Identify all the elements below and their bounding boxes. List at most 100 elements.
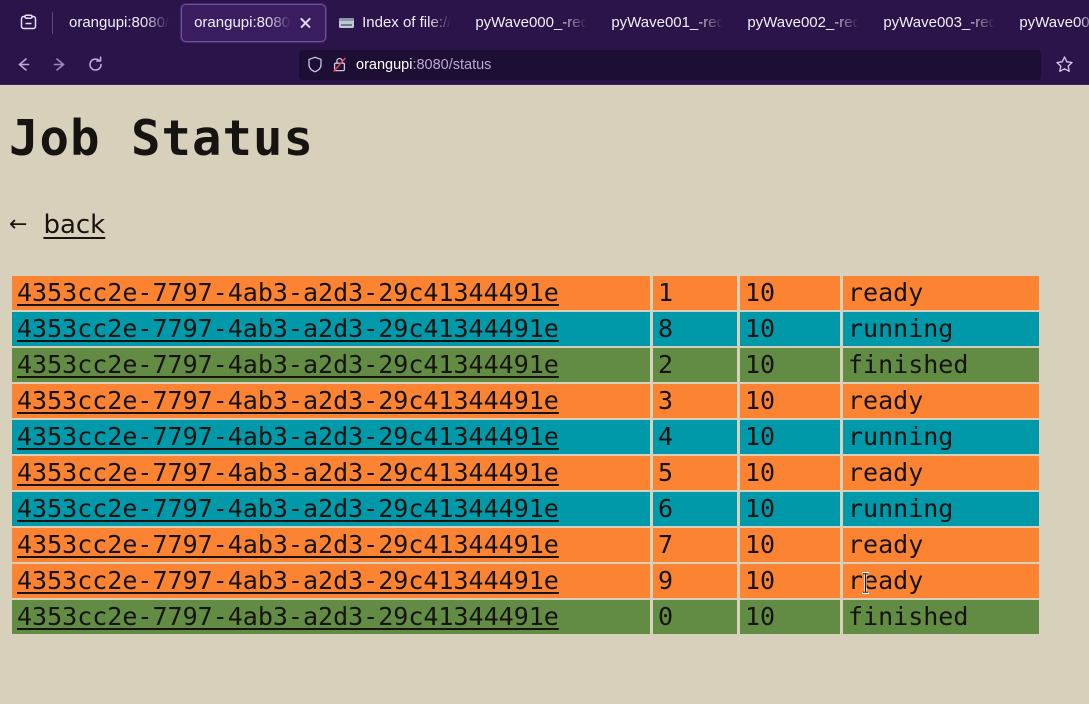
url-bar[interactable]: orangupi:8080/status: [299, 49, 1041, 80]
tab-title: pyWave003_-red: [883, 14, 996, 31]
browser-tab-3[interactable]: Index of file://: [326, 4, 463, 42]
job-index-cell: 2: [653, 347, 737, 382]
table-row: 4353cc2e-7797-4ab3-a2d3-29c41344491e 8 10 r…: [12, 311, 1039, 346]
job-id-cell: 4353cc2e-7797-4ab3-a2d3-29c41344491e: [12, 419, 650, 454]
job-id-link[interactable]: 4353cc2e-7797-4ab3-a2d3-29c41344491e: [17, 566, 559, 595]
job-id-link[interactable]: 4353cc2e-7797-4ab3-a2d3-29c41344491e: [17, 422, 559, 451]
back-navigation[interactable]: ← back: [9, 210, 1089, 240]
table-row: 4353cc2e-7797-4ab3-a2d3-29c41344491e 0 10 f…: [12, 599, 1039, 634]
back-link[interactable]: back: [43, 210, 105, 240]
tabstrip-divider: [52, 11, 53, 34]
reload-button[interactable]: [78, 50, 112, 80]
job-id-link[interactable]: 4353cc2e-7797-4ab3-a2d3-29c41344491e: [17, 314, 559, 343]
job-index-cell: 8: [653, 311, 737, 346]
job-status-cell: ready: [843, 563, 1039, 598]
job-total-cell: 10: [740, 527, 840, 562]
job-id-link[interactable]: 4353cc2e-7797-4ab3-a2d3-29c41344491e: [17, 530, 559, 559]
table-row: 4353cc2e-7797-4ab3-a2d3-29c41344491e 3 10 r…: [12, 383, 1039, 418]
job-index-cell: 6: [653, 491, 737, 526]
tab-title: orangupi:8080/: [194, 14, 292, 31]
job-index-cell: 9: [653, 563, 737, 598]
job-total-cell: 10: [740, 419, 840, 454]
job-status-cell: finished: [843, 599, 1039, 634]
job-id-cell: 4353cc2e-7797-4ab3-a2d3-29c41344491e: [12, 527, 650, 562]
job-status-cell: running: [843, 311, 1039, 346]
tab-title: pyWave002_-red: [747, 14, 860, 31]
folder-icon: [338, 15, 355, 30]
browser-tab-8[interactable]: pyWave004: [1007, 4, 1089, 42]
job-index-cell: 0: [653, 599, 737, 634]
job-total-cell: 10: [740, 599, 840, 634]
job-id-cell: 4353cc2e-7797-4ab3-a2d3-29c41344491e: [12, 347, 650, 382]
table-row: 4353cc2e-7797-4ab3-a2d3-29c41344491e 2 10 f…: [12, 347, 1039, 382]
browser-tab-2-active[interactable]: orangupi:8080/: [181, 3, 327, 42]
url-path: :8080/status: [412, 56, 492, 73]
job-status-cell: ready: [843, 527, 1039, 562]
job-index-cell: 5: [653, 455, 737, 490]
tab-title: pyWave001_-red: [611, 14, 724, 31]
job-total-cell: 10: [740, 347, 840, 382]
job-status-cell: ready: [843, 275, 1039, 310]
job-total-cell: 10: [740, 455, 840, 490]
browser-tab-1[interactable]: orangupi:8080/: [57, 4, 181, 42]
job-total-cell: 10: [740, 491, 840, 526]
tab-title: orangupi:8080/: [69, 14, 170, 31]
table-row: 4353cc2e-7797-4ab3-a2d3-29c41344491e 5 10 r…: [12, 455, 1039, 490]
forward-button[interactable]: [42, 50, 76, 80]
job-id-cell: 4353cc2e-7797-4ab3-a2d3-29c41344491e: [12, 491, 650, 526]
browser-tab-7[interactable]: pyWave003_-red: [871, 4, 1007, 42]
job-status-cell: running: [843, 419, 1039, 454]
job-id-cell: 4353cc2e-7797-4ab3-a2d3-29c41344491e: [12, 275, 650, 310]
browser-tab-4[interactable]: pyWave000_-red: [463, 4, 599, 42]
job-index-cell: 4: [653, 419, 737, 454]
job-id-cell: 4353cc2e-7797-4ab3-a2d3-29c41344491e: [12, 311, 650, 346]
job-status-cell: ready: [843, 455, 1039, 490]
job-id-cell: 4353cc2e-7797-4ab3-a2d3-29c41344491e: [12, 383, 650, 418]
job-total-cell: 10: [740, 383, 840, 418]
job-id-link[interactable]: 4353cc2e-7797-4ab3-a2d3-29c41344491e: [17, 494, 559, 523]
back-button[interactable]: [6, 50, 40, 80]
tab-strip: orangupi:8080/ orangupi:8080/ Index of f…: [0, 0, 1089, 45]
job-id-link[interactable]: 4353cc2e-7797-4ab3-a2d3-29c41344491e: [17, 458, 559, 487]
job-status-cell: running: [843, 491, 1039, 526]
shield-icon[interactable]: [307, 56, 325, 73]
job-id-link[interactable]: 4353cc2e-7797-4ab3-a2d3-29c41344491e: [17, 278, 559, 307]
firefox-view-icon[interactable]: [8, 3, 48, 43]
lock-crossed-icon[interactable]: [332, 56, 348, 73]
page-content: Job Status ← back 4353cc2e-7797-4ab3-a2d…: [0, 85, 1089, 704]
job-total-cell: 10: [740, 275, 840, 310]
table-row: 4353cc2e-7797-4ab3-a2d3-29c41344491e 7 10 r…: [12, 527, 1039, 562]
table-row: 4353cc2e-7797-4ab3-a2d3-29c41344491e 1 10 r…: [12, 275, 1039, 310]
arrow-left-icon: ←: [9, 211, 28, 237]
job-status-cell: ready: [843, 383, 1039, 418]
close-icon[interactable]: [298, 15, 313, 30]
job-id-cell: 4353cc2e-7797-4ab3-a2d3-29c41344491e: [12, 599, 650, 634]
tab-title: Index of file://: [362, 14, 452, 31]
table-row: 4353cc2e-7797-4ab3-a2d3-29c41344491e 6 10 r…: [12, 491, 1039, 526]
job-id-link[interactable]: 4353cc2e-7797-4ab3-a2d3-29c41344491e: [17, 350, 559, 379]
job-id-link[interactable]: 4353cc2e-7797-4ab3-a2d3-29c41344491e: [17, 386, 559, 415]
job-index-cell: 7: [653, 527, 737, 562]
job-status-table: 4353cc2e-7797-4ab3-a2d3-29c41344491e 1 10 r…: [9, 274, 1042, 636]
job-index-cell: 3: [653, 383, 737, 418]
job-index-cell: 1: [653, 275, 737, 310]
bookmark-star-icon[interactable]: [1049, 50, 1079, 80]
job-status-table-body: 4353cc2e-7797-4ab3-a2d3-29c41344491e 1 10 r…: [12, 275, 1039, 634]
browser-tab-6[interactable]: pyWave002_-red: [735, 4, 871, 42]
job-id-cell: 4353cc2e-7797-4ab3-a2d3-29c41344491e: [12, 455, 650, 490]
browser-tab-5[interactable]: pyWave001_-red: [599, 4, 735, 42]
page-title: Job Status: [9, 110, 315, 167]
browser-chrome: orangupi:8080/ orangupi:8080/ Index of f…: [0, 0, 1089, 85]
tab-title: pyWave000_-red: [475, 14, 588, 31]
table-row: 4353cc2e-7797-4ab3-a2d3-29c41344491e 9 10 r…: [12, 563, 1039, 598]
tab-title: pyWave004: [1019, 14, 1089, 31]
job-id-cell: 4353cc2e-7797-4ab3-a2d3-29c41344491e: [12, 563, 650, 598]
table-row: 4353cc2e-7797-4ab3-a2d3-29c41344491e 4 10 r…: [12, 419, 1039, 454]
url-host: orangupi: [356, 56, 413, 73]
job-status-cell: finished: [843, 347, 1039, 382]
navigation-bar: orangupi:8080/status: [0, 45, 1089, 85]
job-total-cell: 10: [740, 311, 840, 346]
job-total-cell: 10: [740, 563, 840, 598]
job-id-link[interactable]: 4353cc2e-7797-4ab3-a2d3-29c41344491e: [17, 602, 559, 631]
url-text: orangupi:8080/status: [356, 57, 491, 73]
